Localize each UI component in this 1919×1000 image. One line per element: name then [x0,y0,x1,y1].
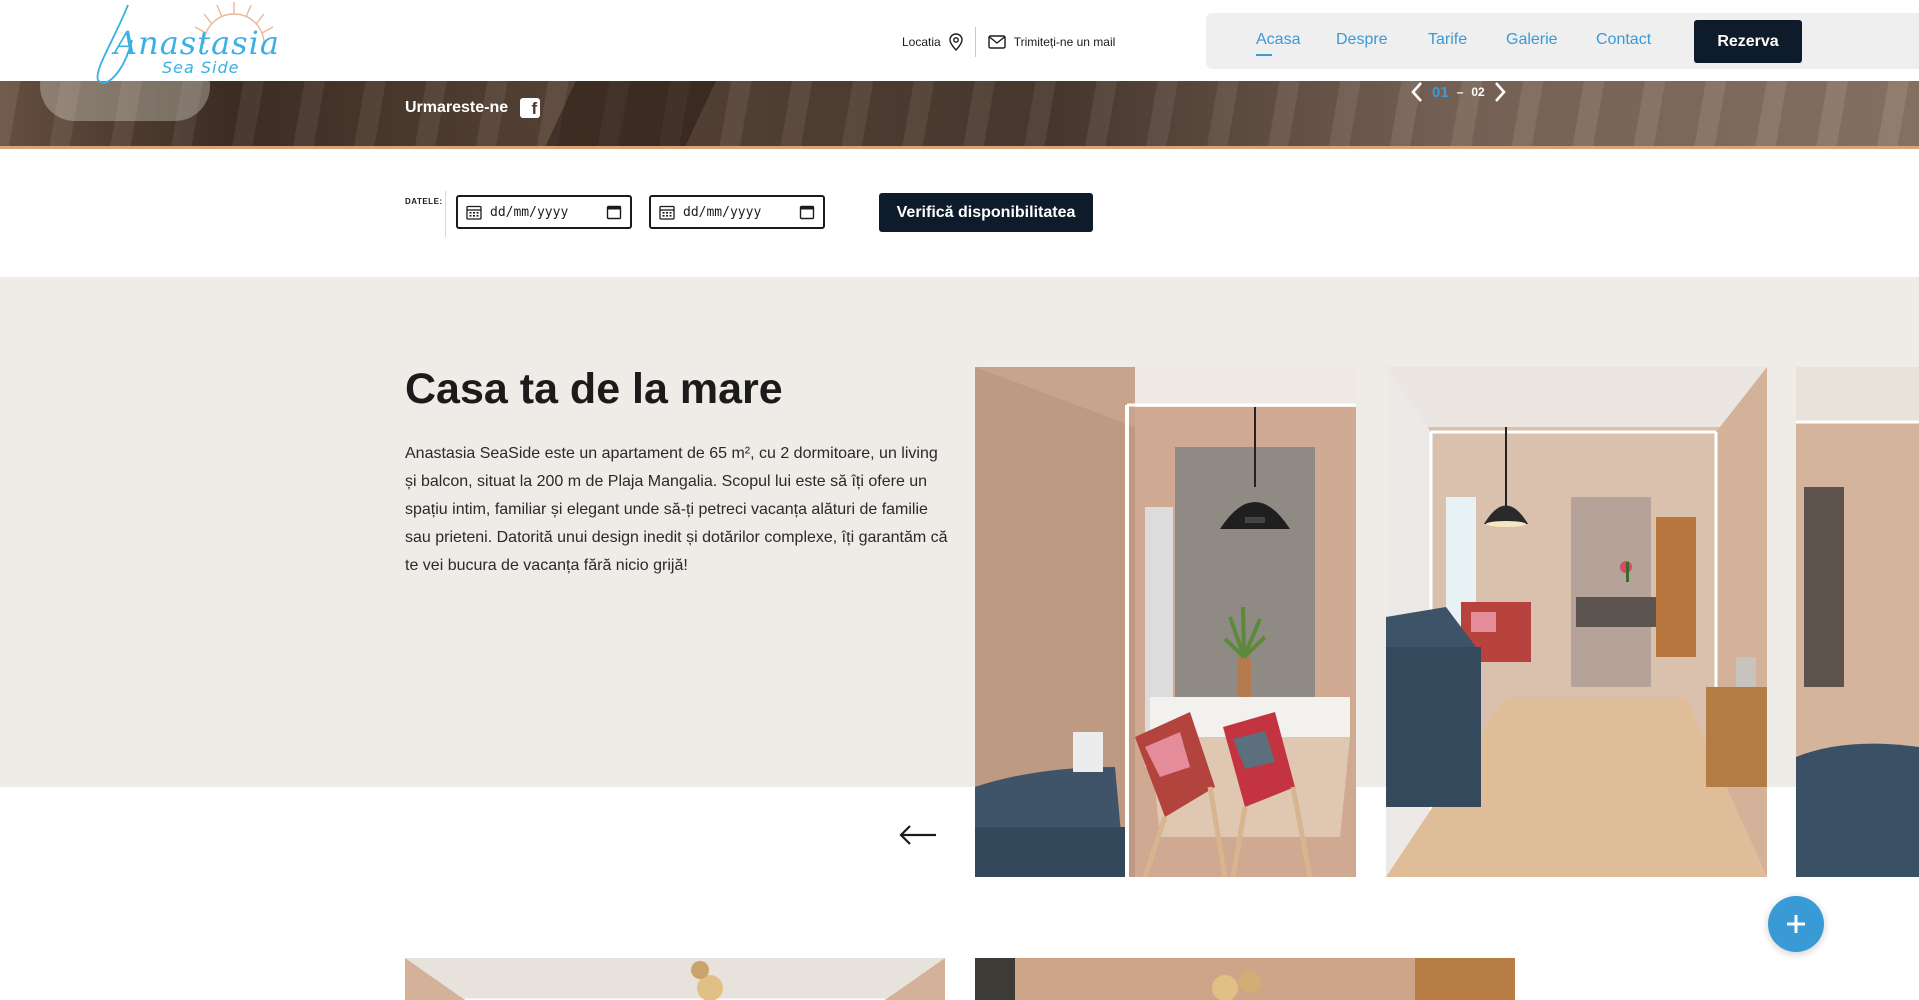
gallery-photo-bedroom[interactable] [405,958,945,1000]
social-follow: Urmareste-ne f [405,98,541,118]
about-text: Anastasia SeaSide este un apartament de … [405,445,948,574]
pager-separator: – [1456,85,1464,99]
logo-subtitle: Sea Side [162,58,240,77]
nav-despre[interactable]: Despre [1336,31,1388,49]
chevron-right-icon[interactable] [1493,81,1507,103]
contact-strip: Locatia Trimiteți-ne un mail [902,27,1115,57]
facebook-icon[interactable]: f [520,98,541,118]
check-availability-button[interactable]: Verifică disponibilitatea [879,193,1093,232]
main-nav: Acasa Despre Tarife Galerie Contact Reze… [1206,13,1919,69]
email-label: Trimiteți-ne un mail [1013,35,1116,49]
arrow-left-icon[interactable] [898,820,938,850]
location-label: Locatia [902,35,941,49]
gallery-photo-living[interactable] [1386,367,1767,877]
check-out-date-input[interactable]: dd/mm/yyyy [649,195,825,229]
chevron-left-icon[interactable] [1410,81,1424,103]
site-header: Anastasia Sea Side Locatia Trimiteți-ne … [0,0,1919,84]
check-out-placeholder: dd/mm/yyyy [683,204,762,220]
gallery-photo-dining[interactable] [975,367,1356,877]
plus-icon [1787,915,1805,933]
calendar-picker-icon[interactable] [799,204,815,220]
check-in-date-input[interactable]: dd/mm/yyyy [456,195,632,229]
hero-slider: Urmareste-ne f 01 – 02 [0,81,1919,149]
nav-contact[interactable]: Contact [1596,31,1651,49]
booking-bar: DATELE: dd/mm/yyyy dd/mm/yyyy Verifică d… [0,149,1919,277]
calendar-picker-icon[interactable] [606,204,622,220]
gallery-photo-partial[interactable] [1796,367,1919,877]
divider [445,191,446,237]
logo[interactable]: Anastasia Sea Side [84,0,279,88]
nav-galerie[interactable]: Galerie [1506,31,1558,49]
book-button[interactable]: Rezerva [1694,20,1802,63]
pager-current: 01 [1432,83,1449,101]
mail-icon [988,35,1006,49]
follow-label: Urmareste-ne [405,99,509,116]
location-pin-icon [949,33,963,51]
calendar-icon [466,205,482,220]
nav-acasa[interactable]: Acasa [1256,31,1300,56]
email-link[interactable]: Trimiteți-ne un mail [976,35,1116,49]
calendar-icon [659,205,675,220]
pager-total: 02 [1471,85,1485,99]
logo-title: Anastasia [114,24,280,62]
hero-image [0,81,1919,149]
gallery-photo-kitchen[interactable] [975,958,1515,1000]
slider-pager: 01 – 02 [1410,81,1507,103]
check-in-placeholder: dd/mm/yyyy [490,204,569,220]
floating-add-button[interactable] [1768,896,1824,952]
location-link[interactable]: Locatia [902,33,975,51]
dates-label: DATELE: [405,197,443,206]
about-title: Casa ta de la mare [405,365,783,413]
nav-tarife[interactable]: Tarife [1428,31,1467,49]
